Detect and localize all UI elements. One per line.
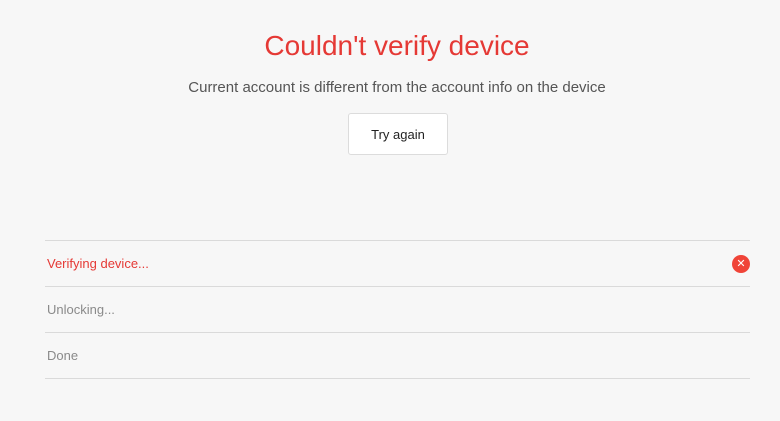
try-again-button[interactable]: Try again xyxy=(348,113,448,155)
step-verifying-device: Verifying device... ✕ xyxy=(45,241,750,287)
step-done: Done xyxy=(45,333,750,379)
progress-steps-list: Verifying device... ✕ Unlocking... Done xyxy=(45,240,750,379)
step-label: Done xyxy=(47,348,79,363)
step-label: Verifying device... xyxy=(47,256,149,271)
error-x-icon: ✕ xyxy=(732,254,750,273)
step-unlocking: Unlocking... xyxy=(45,287,750,333)
error-title: Couldn't verify device xyxy=(264,30,530,61)
error-message: Current account is different from the ac… xyxy=(188,79,606,96)
step-label: Unlocking... xyxy=(47,302,115,317)
